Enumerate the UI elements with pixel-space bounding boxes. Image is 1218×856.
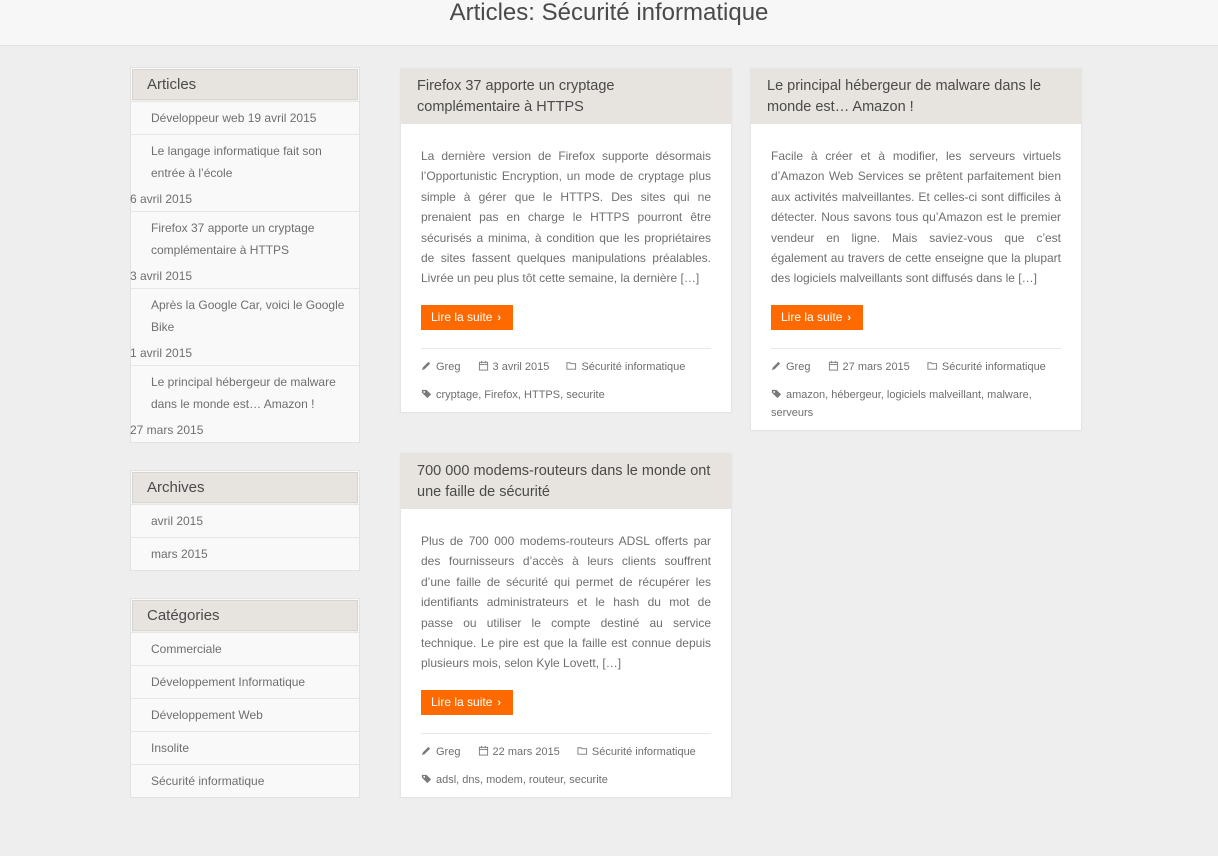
- sidebar-article-date: 1 avril 2015: [130, 346, 193, 360]
- pencil-icon: [421, 746, 431, 755]
- tags-icon: [421, 774, 432, 783]
- post-date[interactable]: 22 mars 2015: [493, 746, 560, 758]
- calendar-icon: [478, 360, 488, 371]
- chevron-right-icon: ›: [497, 311, 502, 324]
- tags-icon: [421, 389, 432, 398]
- read-more-button[interactable]: Lire la suite ›: [771, 304, 864, 330]
- category-link[interactable]: Insolite: [131, 731, 359, 764]
- sidebar-article-link[interactable]: Après la Google Car, voici le Google Bik…: [131, 288, 359, 343]
- category-link[interactable]: Développement Web: [131, 698, 359, 731]
- chevron-right-icon: ›: [497, 696, 502, 709]
- post-card: Firefox 37 apporte un cryptage complémen…: [400, 68, 732, 413]
- folder-icon: [577, 747, 587, 755]
- calendar-icon: [478, 745, 488, 756]
- post-card: 700 000 modems-routeurs dans le monde on…: [400, 453, 732, 798]
- folder-icon: [566, 362, 577, 370]
- post-card: Le principal hébergeur de malware dans l…: [750, 68, 1082, 431]
- page-header: Articles: Sécurité informatique: [0, 0, 1218, 46]
- pencil-icon: [421, 361, 431, 370]
- post-excerpt: Facile à créer et à modifier, les serveu…: [771, 149, 1061, 286]
- post-author[interactable]: Greg: [786, 361, 810, 373]
- post-tags[interactable]: cryptage, Firefox, HTTPS, securite: [436, 389, 605, 401]
- category-link[interactable]: Développement Informatique: [131, 665, 359, 698]
- post-date[interactable]: 3 avril 2015: [493, 361, 550, 373]
- category-link[interactable]: Commerciale: [131, 632, 359, 665]
- sidebar-article-date: 27 mars 2015: [130, 423, 204, 437]
- calendar-icon: [828, 360, 838, 371]
- category-link[interactable]: Sécurité informatique: [131, 764, 359, 797]
- post-title[interactable]: Firefox 37 apporte un cryptage complémen…: [401, 69, 731, 124]
- widget-archives-title: Archives: [132, 472, 358, 503]
- post-tags[interactable]: amazon, hébergeur, logiciels malveillant…: [771, 389, 1032, 419]
- sidebar: Articles Développeur web 19 avril 2015 L…: [130, 67, 360, 825]
- post-category[interactable]: Sécurité informatique: [942, 361, 1046, 373]
- page-title: Articles: Sécurité informatique: [449, 0, 769, 26]
- folder-icon: [927, 362, 937, 370]
- post-category[interactable]: Sécurité informatique: [592, 746, 696, 758]
- read-more-label: Lire la suite: [431, 309, 493, 324]
- read-more-button[interactable]: Lire la suite ›: [421, 689, 514, 715]
- sidebar-article-link[interactable]: Le principal hébergeur de malware dans l…: [131, 365, 359, 420]
- sidebar-article-date: 6 avril 2015: [130, 192, 193, 206]
- post-excerpt: Plus de 700 000 modems-routeurs ADSL off…: [421, 534, 711, 671]
- sidebar-article-link[interactable]: Développeur web 19 avril 2015: [131, 101, 359, 134]
- sidebar-article-date: 3 avril 2015: [130, 269, 193, 283]
- widget-articles: Articles Développeur web 19 avril 2015 L…: [130, 67, 360, 443]
- archive-link[interactable]: avril 2015: [131, 504, 359, 537]
- sidebar-article-link[interactable]: Firefox 37 apporte un cryptage complémen…: [131, 211, 359, 266]
- read-more-button[interactable]: Lire la suite ›: [421, 304, 514, 330]
- post-title[interactable]: Le principal hébergeur de malware dans l…: [751, 69, 1081, 124]
- widget-archives: Archives avril 2015 mars 2015: [130, 470, 360, 571]
- post-title[interactable]: 700 000 modems-routeurs dans le monde on…: [401, 454, 731, 509]
- read-more-label: Lire la suite: [431, 694, 493, 709]
- widget-categories: Catégories Commerciale Développement Inf…: [130, 598, 360, 798]
- post-author[interactable]: Greg: [436, 746, 460, 758]
- post-excerpt: La dernière version de Firefox supporte …: [421, 149, 711, 286]
- post-date[interactable]: 27 mars 2015: [843, 361, 910, 373]
- tags-icon: [771, 389, 782, 398]
- sidebar-article-link[interactable]: Le langage informatique fait son entrée …: [131, 134, 359, 189]
- read-more-label: Lire la suite: [781, 309, 843, 324]
- pencil-icon: [771, 361, 781, 370]
- post-tags[interactable]: adsl, dns, modem, routeur, securite: [436, 774, 608, 786]
- archive-link[interactable]: mars 2015: [131, 537, 359, 570]
- chevron-right-icon: ›: [847, 311, 852, 324]
- post-category[interactable]: Sécurité informatique: [581, 361, 685, 373]
- widget-articles-title: Articles: [132, 69, 358, 100]
- post-author[interactable]: Greg: [436, 361, 460, 373]
- widget-categories-title: Catégories: [132, 600, 358, 631]
